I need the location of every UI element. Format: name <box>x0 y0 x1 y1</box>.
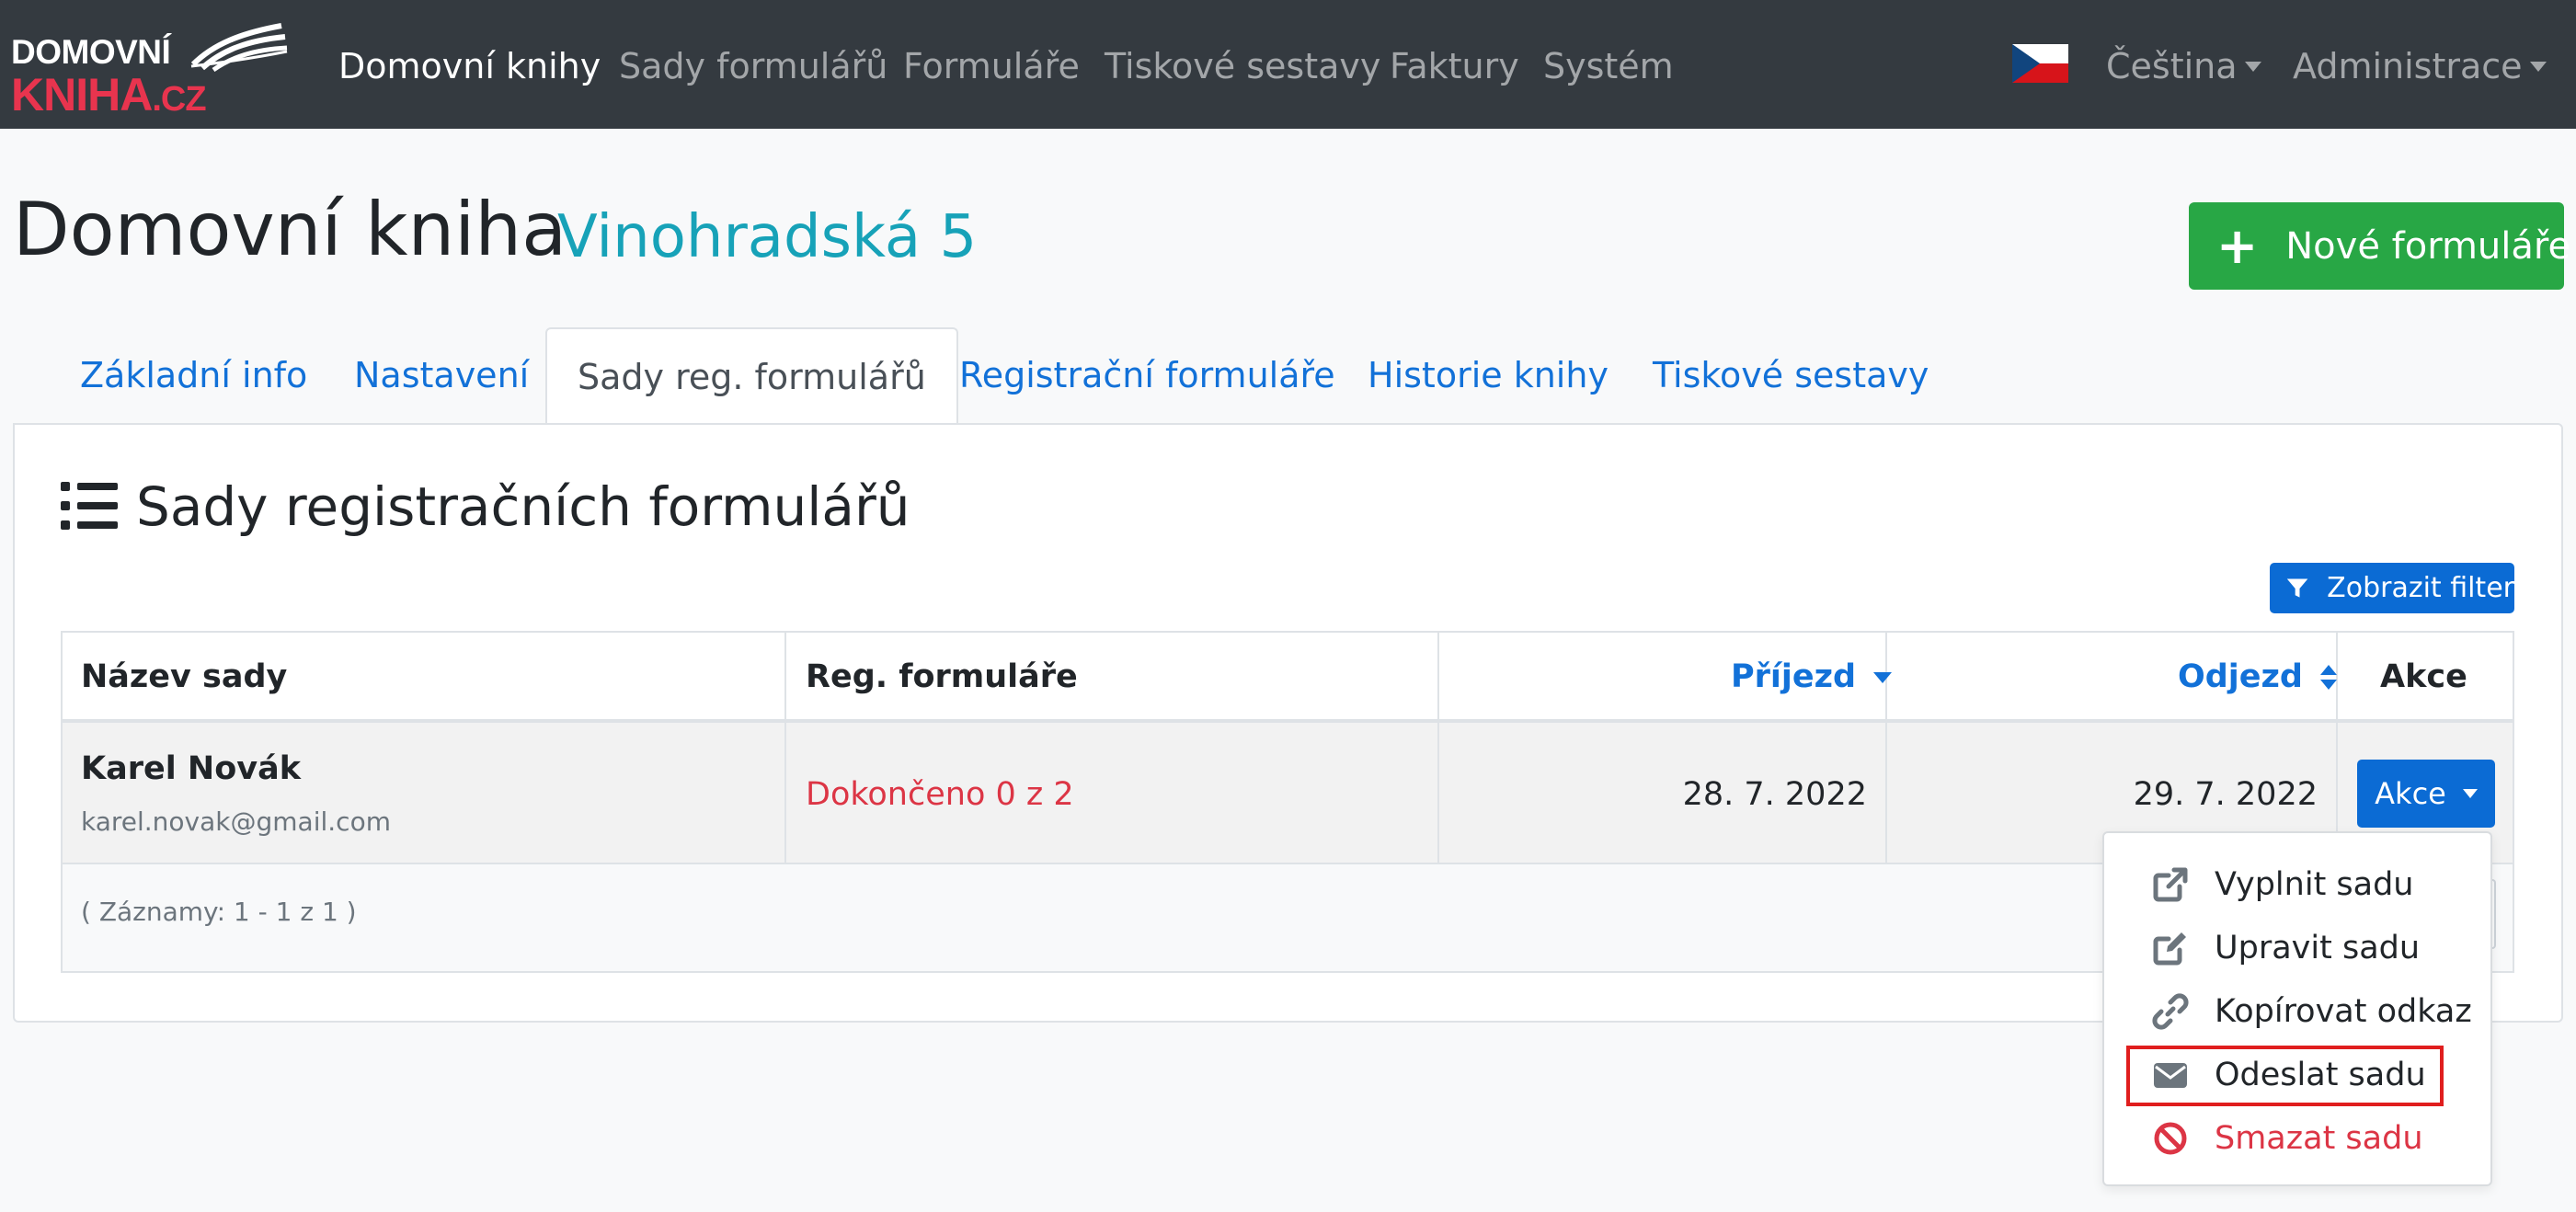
list-icon <box>61 482 118 530</box>
tab-tiskove-sestavy[interactable]: Tiskové sestavy <box>1622 327 1959 423</box>
column-header-forms: Reg. formuláře <box>806 658 1078 695</box>
tab-historie-knihy[interactable]: Historie knihy <box>1337 327 1639 423</box>
column-header-actions: Akce <box>2380 658 2467 695</box>
menu-item-delete-set-label: Smazat sadu <box>2215 1120 2423 1157</box>
link-icon <box>2152 993 2189 1030</box>
tab-sady-reg-formularu[interactable]: Sady reg. formulářů <box>545 327 958 425</box>
menu-item-edit-set-label: Upravit sadu <box>2215 930 2421 966</box>
sort-icon <box>2320 665 2338 690</box>
row-departure-date: 29. 7. 2022 <box>2133 776 2318 813</box>
language-dropdown[interactable]: Čeština <box>2106 42 2261 90</box>
brand-line2: KNIHA.CZ <box>11 68 207 121</box>
column-divider <box>784 633 786 863</box>
menu-item-delete-set[interactable]: Smazat sadu <box>2152 1113 2423 1164</box>
menu-item-copy-link-label: Kopírovat odkaz <box>2215 993 2472 1030</box>
menu-item-fill-set[interactable]: Vyplnit sadu <box>2152 859 2414 910</box>
user-menu-dropdown[interactable]: Administrace <box>2293 42 2547 90</box>
user-menu-label: Administrace <box>2293 46 2523 86</box>
page-subtitle: Vinohradská 5 <box>557 203 978 271</box>
row-arrival-date: 28. 7. 2022 <box>1682 776 1867 813</box>
chevron-down-icon <box>2529 62 2547 72</box>
czech-flag-icon <box>2012 44 2068 83</box>
brand-line1: DOMOVNÍ <box>11 33 171 71</box>
plus-icon: + <box>2216 216 2259 275</box>
column-header-arrival[interactable]: Příjezd <box>1731 633 1893 721</box>
records-count: ( Záznamy: 1 - 1 z 1 ) <box>81 897 357 927</box>
nav-item-formulare[interactable]: Formuláře <box>903 42 1080 90</box>
filter-icon <box>2286 578 2308 598</box>
sort-down-icon <box>1873 672 1893 683</box>
nav-item-system[interactable]: Systém <box>1543 42 1674 90</box>
row-actions-dropdown-button[interactable]: Akce <box>2357 760 2495 828</box>
row-actions-label: Akce <box>2375 776 2446 811</box>
row-set-email: karel.novak@gmail.com <box>81 806 391 837</box>
menu-item-fill-set-label: Vyplnit sadu <box>2215 866 2414 903</box>
nav-item-faktury[interactable]: Faktury <box>1390 42 1519 90</box>
chevron-down-icon <box>2244 62 2261 72</box>
new-forms-button[interactable]: + Nové formuláře <box>2189 202 2570 290</box>
page-title: Domovní kniha <box>13 187 567 272</box>
show-filter-button[interactable]: Zobrazit filter <box>2270 563 2514 613</box>
ban-icon <box>2154 1122 2187 1155</box>
row-forms-status: Dokončeno 0 z 2 <box>806 776 1074 813</box>
language-label: Čeština <box>2106 46 2238 86</box>
external-link-icon <box>2153 867 2188 902</box>
arrival-header-label: Příjezd <box>1731 658 1857 695</box>
tab-zakladni-info[interactable]: Základní info <box>50 327 338 423</box>
brand-line2-main: KNIHA <box>11 69 153 120</box>
edit-icon <box>2153 932 2186 966</box>
nav-item-sady-formularu[interactable]: Sady formulářů <box>619 42 887 90</box>
menu-item-copy-link[interactable]: Kopírovat odkaz <box>2152 986 2472 1037</box>
column-header-departure[interactable]: Odjezd <box>2178 633 2338 721</box>
row-set-name: Karel Novák <box>81 750 301 787</box>
show-filter-label: Zobrazit filter <box>2327 572 2514 604</box>
column-header-name: Název sady <box>81 658 288 695</box>
brand-line2-suffix: .CZ <box>152 80 206 119</box>
top-navbar: DOMOVNÍ KNIHA.CZ Domovní knihy Sady form… <box>0 0 2576 129</box>
book-logo-icon <box>190 23 288 72</box>
nav-item-domovni-knihy[interactable]: Domovní knihy <box>338 42 601 90</box>
tab-nastaveni[interactable]: Nastavení <box>324 327 559 423</box>
nav-item-tiskove-sestavy[interactable]: Tiskové sestavy <box>1105 42 1380 90</box>
header-divider <box>63 719 2513 723</box>
menu-item-edit-set[interactable]: Upravit sadu <box>2152 922 2420 974</box>
brand-logo[interactable]: DOMOVNÍ KNIHA.CZ <box>11 17 288 121</box>
column-divider <box>1437 633 1439 863</box>
highlight-box <box>2126 1046 2444 1106</box>
departure-header-label: Odjezd <box>2178 658 2303 695</box>
card-title: Sady registračních formulářů <box>136 475 910 538</box>
chevron-down-icon <box>2462 789 2478 798</box>
new-forms-label: Nové formuláře <box>2285 224 2571 268</box>
tab-registracni-formulare[interactable]: Registrační formuláře <box>929 327 1366 423</box>
